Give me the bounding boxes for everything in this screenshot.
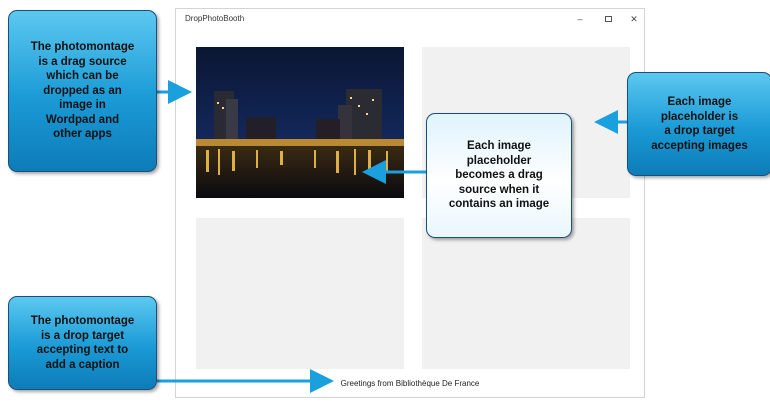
callout-photomontage-drop-target: The photomontage is a drop target accept…: [8, 296, 157, 390]
callout-placeholder-drag-source: Each image placeholder becomes a drag so…: [426, 113, 572, 238]
callout-placeholder-drop-target: Each image placeholder is a drop target …: [627, 72, 770, 176]
callout-photomontage-drag-source: The photomontage is a drag source which …: [8, 10, 157, 172]
